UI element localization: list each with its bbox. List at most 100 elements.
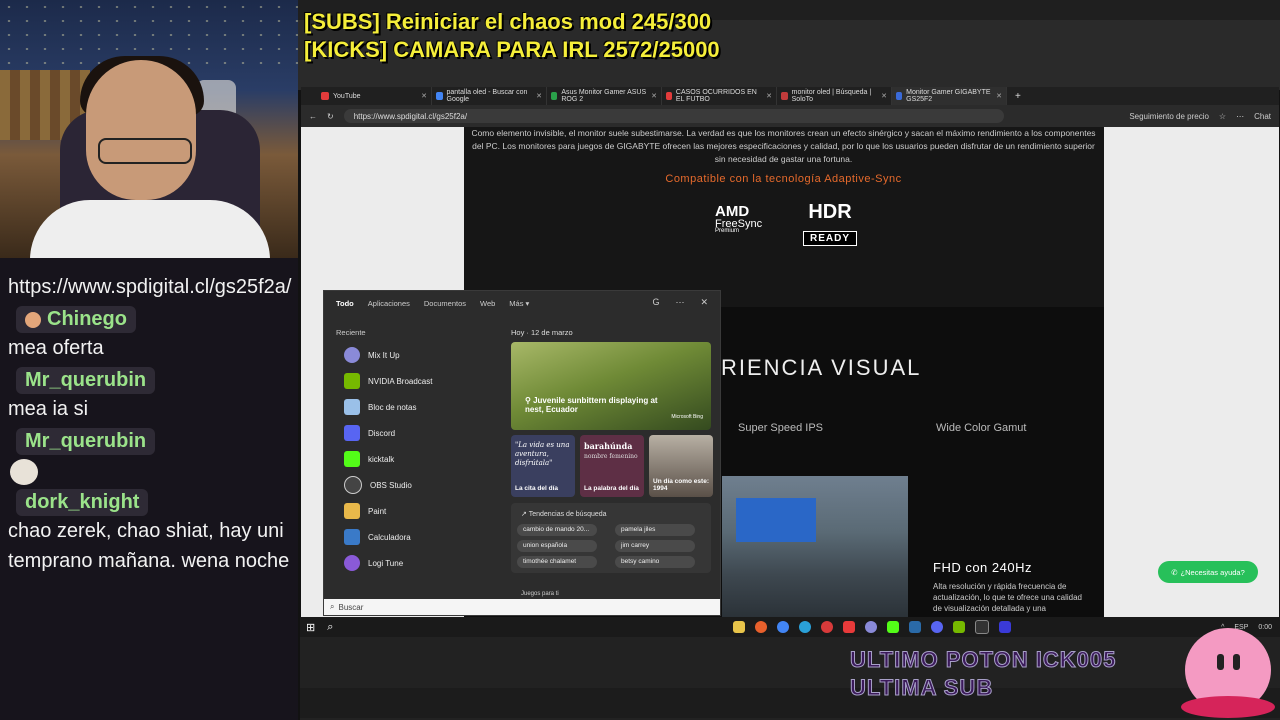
quote-card[interactable]: "La vida es una aventura, disfrútala" La … — [511, 435, 575, 497]
search-icon[interactable]: ⌕ — [327, 621, 333, 634]
close-icon[interactable]: ✕ — [766, 92, 772, 100]
chat-button[interactable]: Chat — [1254, 112, 1271, 121]
webcam-feed — [0, 0, 298, 258]
recent-heading: Reciente — [336, 328, 366, 337]
menu-icon[interactable]: ⋯ — [1236, 112, 1244, 121]
nvidia-icon[interactable] — [953, 621, 966, 633]
app-mix-it-up[interactable]: Mix It Up — [338, 342, 500, 368]
tab-gigabyte[interactable]: Monitor Gamer GIGABYTE GS25F2 ✕ — [892, 87, 1007, 105]
app-paint[interactable]: Paint — [338, 498, 500, 524]
close-icon[interactable]: ✕ — [881, 92, 887, 100]
nvidia-icon — [344, 373, 360, 389]
mixitup-icon — [344, 347, 360, 363]
favorite-star-icon[interactable]: ☆ — [1219, 112, 1226, 121]
windows-start-icon[interactable]: ⊞ — [306, 621, 315, 634]
chrome-icon[interactable] — [777, 621, 790, 633]
tab-google[interactable]: pantalla oled - Buscar con Google ✕ — [432, 87, 547, 105]
tab-aplicaciones[interactable]: Aplicaciones — [368, 299, 410, 308]
chat-username: Mr_querubin — [16, 367, 156, 394]
address-bar: ← ↻ https://www.spdigital.cl/gs25f2a/ Se… — [301, 105, 1279, 127]
discord-icon[interactable] — [931, 621, 944, 633]
close-icon[interactable]: ✕ — [421, 92, 427, 100]
solotodo-icon — [781, 92, 788, 100]
google-icon — [436, 92, 443, 100]
history-card[interactable]: Un día como este: 1994 — [649, 435, 713, 497]
account-icon[interactable]: G — [652, 297, 659, 308]
search-input[interactable]: ⌕ Buscar — [324, 599, 720, 615]
edge-icon[interactable] — [799, 621, 812, 633]
clock[interactable]: 0:00 — [1258, 624, 1272, 631]
search-trends: ↗ Tendencias de búsqueda cambio de mando… — [511, 503, 711, 573]
close-icon[interactable]: ✕ — [651, 92, 657, 100]
close-icon[interactable]: ✕ — [996, 92, 1002, 100]
hdr-ready-logo: HDR READY — [803, 201, 858, 247]
app-nvidia-broadcast[interactable]: NVIDIA Broadcast — [338, 368, 500, 394]
notion-icon[interactable] — [999, 621, 1012, 633]
tab-futbol[interactable]: CASOS OCURRIDOS EN EL FUTBO ✕ — [662, 87, 777, 105]
today-date: Hoy · 12 de marzo — [511, 328, 573, 337]
more-options-icon[interactable]: ⋯ — [675, 297, 684, 308]
steam-icon[interactable] — [909, 621, 922, 633]
tab-bar: YouTube ✕ pantalla oled - Buscar con Goog… — [301, 87, 1279, 105]
trend-pill[interactable]: union española — [517, 540, 597, 552]
amd-freesync-logo: AMD FreeSync Premium — [715, 203, 763, 234]
paint-icon — [344, 503, 360, 519]
file-explorer-icon[interactable] — [733, 621, 746, 633]
trend-pill[interactable]: cambio de mando 20... — [517, 524, 597, 536]
tab-documentos[interactable]: Documentos — [424, 299, 466, 308]
opera-icon[interactable] — [821, 621, 834, 633]
featured-image-card[interactable]: ⚲ Juvenile sunbittern displaying at nest… — [511, 342, 711, 430]
description-paragraph: Como elemento invisible, el monitor suel… — [471, 128, 1096, 164]
trend-pill[interactable]: timothée chalamet — [517, 556, 597, 568]
tab-asus[interactable]: Asus Monitor Gamer ASUS ROG 2 ✕ — [547, 87, 662, 105]
firefox-icon[interactable] — [755, 621, 768, 633]
chat-message: chao zerek, chao shiat, hay uni temprano… — [8, 520, 290, 572]
tab-todo[interactable]: Todo — [336, 299, 354, 308]
back-icon[interactable]: ← — [309, 112, 317, 121]
tab-youtube[interactable]: YouTube ✕ — [317, 87, 432, 105]
terminal-icon[interactable] — [975, 620, 990, 634]
app-logi-tune[interactable]: Logi Tune — [338, 550, 500, 576]
tab-wide-color-gamut[interactable]: Wide Color Gamut — [936, 422, 1026, 434]
chat-username: Chinego — [16, 306, 136, 333]
logitune-icon — [344, 555, 360, 571]
kick-icon[interactable] — [887, 621, 900, 633]
close-icon[interactable]: ✕ — [536, 92, 542, 100]
games-for-you[interactable]: Juegos para ti — [521, 591, 559, 597]
price-tracking-label[interactable]: Seguimiento de precio — [1129, 112, 1209, 121]
trend-pill[interactable]: jim carrey — [615, 540, 695, 552]
fhd-description: Alta resolución y rápida frecuencia de a… — [933, 582, 1082, 613]
app-discord[interactable]: Discord — [338, 420, 500, 446]
discord-icon — [344, 425, 360, 441]
youtube-icon — [666, 92, 672, 100]
chat-message: mea oferta — [8, 337, 104, 359]
calculator-icon — [344, 529, 360, 545]
tab-mas[interactable]: Más ▾ — [509, 299, 529, 308]
chat-message: mea ia si — [8, 398, 89, 420]
close-icon[interactable]: ✕ — [700, 297, 708, 308]
trend-pill[interactable]: betsy camino — [615, 556, 695, 568]
kick-goal-line: [KICKS] CAMARA PARA IRL 2572/25000 — [304, 37, 720, 62]
app-obs-studio[interactable]: OBS Studio — [338, 472, 500, 498]
tab-super-speed-ips[interactable]: Super Speed IPS — [738, 422, 823, 434]
tab-web[interactable]: Web — [480, 299, 495, 308]
word-card[interactable]: barahúnda nombre femenino La palabra del d… — [580, 435, 644, 497]
mixitup-icon[interactable] — [865, 621, 878, 633]
new-tab-icon[interactable]: + — [1015, 91, 1021, 102]
featured-caption: ⚲ Juvenile sunbittern displaying at nest… — [525, 396, 658, 414]
app-kicktalk[interactable]: kicktalk — [338, 446, 500, 472]
sub-goal-line: [SUBS] Reiniciar el chaos mod 245/300 — [304, 9, 712, 34]
search-icon: ⌕ — [330, 602, 335, 611]
goal-overlay-bottom: ULTIMO POTON ICK005 ULTIMA SUB — [849, 647, 1117, 701]
app-notepad[interactable]: Bloc de notas — [338, 394, 500, 420]
whatsapp-help-button[interactable]: ✆ ¿Necesitas ayuda? — [1158, 561, 1258, 583]
tab-solotodo[interactable]: monitor oled | Búsqueda | SoloTo ✕ — [777, 87, 892, 105]
chat-panel: https://www.spdigital.cl/gs25f2a/ Chineg… — [0, 258, 298, 720]
notepad-icon — [344, 399, 360, 415]
chat-username: Mr_querubin — [16, 428, 156, 455]
app-icon[interactable] — [843, 621, 856, 633]
url-input[interactable]: https://www.spdigital.cl/gs25f2a/ — [343, 109, 1004, 123]
refresh-icon[interactable]: ↻ — [327, 112, 334, 121]
trend-pill[interactable]: pamela jiles — [615, 524, 695, 536]
app-calculator[interactable]: Calculadora — [338, 524, 500, 550]
